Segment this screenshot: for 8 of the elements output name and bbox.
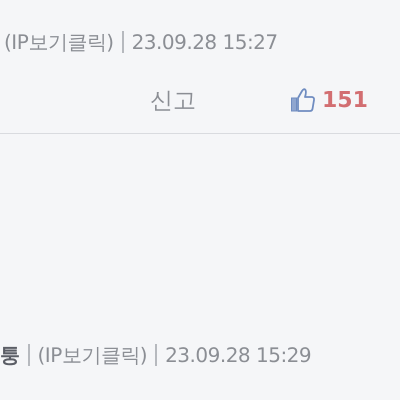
ip-link[interactable]: (IP보기클릭) [4,27,114,57]
author-name[interactable]: 퉁 [0,340,20,370]
report-button[interactable]: 신고 [150,84,196,116]
thumbs-up-icon[interactable] [290,87,316,113]
ip-link[interactable]: (IP보기클릭) [38,340,148,370]
comment-date: 23.09.28 15:27 [132,29,278,56]
like-count: 151 [322,88,368,112]
comment-date: 23.09.28 15:29 [165,342,312,369]
